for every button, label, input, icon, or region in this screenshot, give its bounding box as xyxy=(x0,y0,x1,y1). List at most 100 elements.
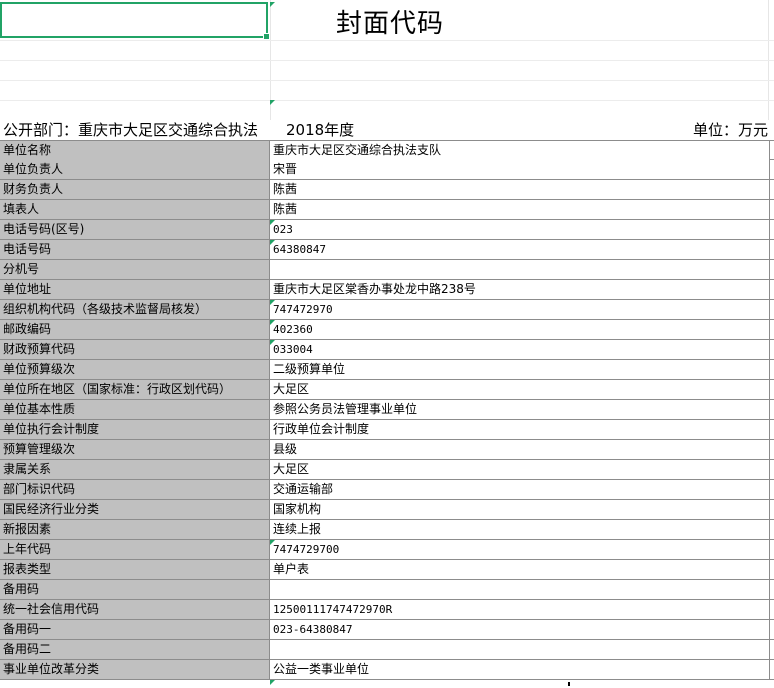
table-row: 组织机构代码（各级技术监督局核发） 747472970 xyxy=(0,300,774,320)
row-label-cell[interactable]: 单位所在地区（国家标准：行政区划代码） xyxy=(0,380,270,399)
row-label-cell[interactable]: 备用码二 xyxy=(0,640,270,659)
row-value-text: 重庆市大足区棠香办事处龙中路238号 xyxy=(273,282,476,296)
unit-label[interactable]: 单位：万元 xyxy=(693,120,768,140)
page-title[interactable]: 封面代码 xyxy=(270,6,510,42)
row-value-cell[interactable]: 连续上报 xyxy=(270,520,770,539)
table-row: 单位名称 重庆市大足区交通综合执法支队 xyxy=(0,140,774,160)
row-label-cell[interactable]: 财务负责人 xyxy=(0,180,270,199)
row-label-cell[interactable]: 电话号码(区号) xyxy=(0,220,270,239)
row-value-cell[interactable] xyxy=(270,640,770,659)
row-value-cell[interactable]: 宋晋 xyxy=(270,160,770,179)
row-label-cell[interactable]: 邮政编码 xyxy=(0,320,270,339)
table-row: 单位负责人 宋晋 xyxy=(0,160,774,180)
row-label-cell[interactable]: 财政预算代码 xyxy=(0,340,270,359)
row-value-text: 二级预算单位 xyxy=(273,362,346,376)
row-value-cell[interactable]: 陈茜 xyxy=(270,200,770,219)
department-label: 公开部门：重庆市大足区交通综合执法 xyxy=(3,121,259,139)
cursor-mark xyxy=(568,682,570,686)
row-value-text: 402360 xyxy=(273,323,313,336)
row-value-text: 747472970 xyxy=(273,303,333,316)
row-label-cell[interactable]: 国民经济行业分类 xyxy=(0,500,270,519)
row-label-cell[interactable]: 单位负责人 xyxy=(0,160,270,179)
row-value-text: 陈茜 xyxy=(273,182,298,196)
row-value-text: 参照公务员法管理事业单位 xyxy=(273,402,418,416)
number-as-text-indicator-icon xyxy=(270,300,275,305)
row-label-cell[interactable]: 单位执行会计制度 xyxy=(0,420,270,439)
row-value-cell[interactable] xyxy=(270,580,770,599)
row-value-cell[interactable]: 402360 xyxy=(270,320,770,339)
row-label-cell[interactable]: 报表类型 xyxy=(0,560,270,579)
row-label-cell[interactable]: 预算管理级次 xyxy=(0,440,270,459)
row-value-cell[interactable]: 747472970 xyxy=(270,300,770,319)
row-value-cell[interactable]: 重庆市大足区棠香办事处龙中路238号 xyxy=(270,280,770,299)
row-value-cell[interactable]: 重庆市大足区交通综合执法支队 xyxy=(270,141,770,160)
row-value-cell[interactable]: 大足区 xyxy=(270,460,770,479)
row-value-cell[interactable]: 公益一类事业单位 xyxy=(270,660,770,679)
row-value-text: 12500111747472970R xyxy=(273,603,393,616)
comment-indicator-icon xyxy=(270,680,275,685)
row-value-text: 023-64380847 xyxy=(273,623,353,636)
table-row: 新报因素 连续上报 xyxy=(0,520,774,540)
row-label-cell[interactable]: 单位预算级次 xyxy=(0,360,270,379)
row-label-cell[interactable]: 备用码一 xyxy=(0,620,270,639)
row-value-text: 重庆市大足区交通综合执法支队 xyxy=(273,143,442,157)
row-label-cell[interactable]: 组织机构代码（各级技术监督局核发） xyxy=(0,300,270,319)
row-value-cell[interactable]: 12500111747472970R xyxy=(270,600,770,619)
row-value-text: 大足区 xyxy=(273,462,310,476)
row-label-cell[interactable]: 备用码 xyxy=(0,580,270,599)
number-as-text-indicator-icon xyxy=(270,340,275,345)
table-row: 填表人 陈茜 xyxy=(0,200,774,220)
table-row: 隶属关系 大足区 xyxy=(0,460,774,480)
row-label-cell[interactable]: 统一社会信用代码 xyxy=(0,600,270,619)
row-label-cell[interactable]: 分机号 xyxy=(0,260,270,279)
row-label-cell[interactable]: 填表人 xyxy=(0,200,270,219)
row-value-cell[interactable]: 陈茜 xyxy=(270,180,770,199)
row-value-cell[interactable]: 7474729700 xyxy=(270,540,770,559)
number-as-text-indicator-icon xyxy=(270,220,275,225)
row-value-cell[interactable] xyxy=(270,260,770,279)
comment-indicator-icon xyxy=(270,100,275,105)
table-row: 国民经济行业分类 国家机构 xyxy=(0,500,774,520)
row-value-cell[interactable]: 大足区 xyxy=(270,380,770,399)
selected-cell-a1[interactable] xyxy=(0,2,270,40)
table-row: 报表类型 单户表 xyxy=(0,560,774,580)
row-value-cell[interactable]: 64380847 xyxy=(270,240,770,259)
table-row: 财务负责人 陈茜 xyxy=(0,180,774,200)
row-value-text: 国家机构 xyxy=(273,502,322,516)
row-value-cell[interactable]: 023 xyxy=(270,220,770,239)
row-label-cell[interactable]: 事业单位改革分类 xyxy=(0,660,270,679)
table-row: 电话号码 64380847 xyxy=(0,240,774,260)
row-value-text: 宋晋 xyxy=(273,162,298,176)
row-value-text: 单户表 xyxy=(273,562,310,576)
row-value-cell[interactable]: 国家机构 xyxy=(270,500,770,519)
table-row: 财政预算代码 033004 xyxy=(0,340,774,360)
row-value-text: 公益一类事业单位 xyxy=(273,662,370,676)
row-label-cell[interactable]: 单位地址 xyxy=(0,280,270,299)
row-label-cell[interactable]: 部门标识代码 xyxy=(0,480,270,499)
row-value-cell[interactable]: 二级预算单位 xyxy=(270,360,770,379)
row-label-cell[interactable]: 上年代码 xyxy=(0,540,270,559)
row-label-cell[interactable]: 单位基本性质 xyxy=(0,400,270,419)
row-value-cell[interactable]: 参照公务员法管理事业单位 xyxy=(270,400,770,419)
row-value-text: 033004 xyxy=(273,343,313,356)
row-label-cell[interactable]: 电话号码 xyxy=(0,240,270,259)
fill-handle[interactable] xyxy=(263,33,270,40)
row-label-cell[interactable]: 隶属关系 xyxy=(0,460,270,479)
row-value-cell[interactable]: 单户表 xyxy=(270,560,770,579)
number-as-text-indicator-icon xyxy=(270,540,275,545)
row-value-cell[interactable]: 023-64380847 xyxy=(270,620,770,639)
department-cell[interactable]: 公开部门：重庆市大足区交通综合执法 2018年度 xyxy=(3,120,403,140)
row-value-cell[interactable]: 行政单位会计制度 xyxy=(270,420,770,439)
row-value-text: 县级 xyxy=(273,442,298,456)
year-label: 2018年度 xyxy=(286,121,355,139)
table-row: 单位执行会计制度 行政单位会计制度 xyxy=(0,420,774,440)
row-value-text: 行政单位会计制度 xyxy=(273,422,370,436)
row-value-cell[interactable]: 交通运输部 xyxy=(270,480,770,499)
row-label-cell[interactable]: 单位名称 xyxy=(0,141,270,160)
comment-indicator-icon xyxy=(270,2,275,7)
row-value-cell[interactable]: 县级 xyxy=(270,440,770,459)
table-row: 预算管理级次 县级 xyxy=(0,440,774,460)
table-row: 单位预算级次 二级预算单位 xyxy=(0,360,774,380)
row-value-cell[interactable]: 033004 xyxy=(270,340,770,359)
row-label-cell[interactable]: 新报因素 xyxy=(0,520,270,539)
